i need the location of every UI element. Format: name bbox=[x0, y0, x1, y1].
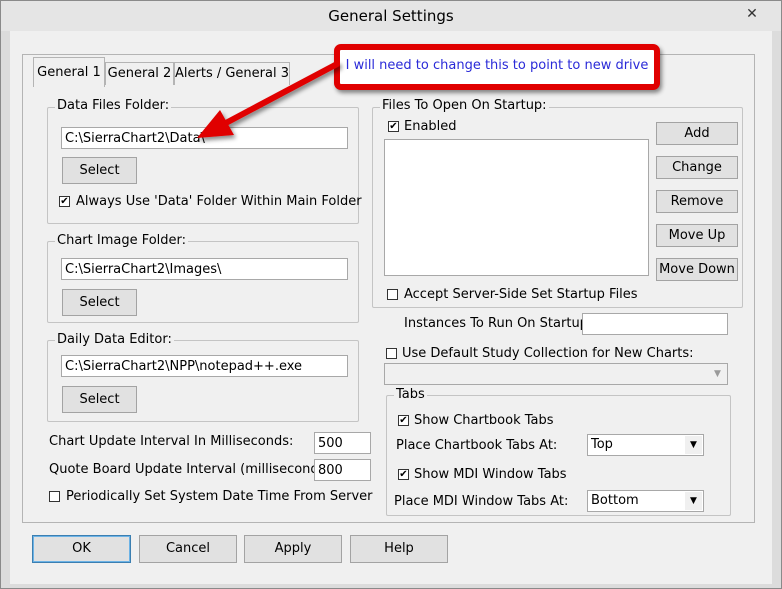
tab-label: General 1 bbox=[37, 65, 101, 80]
tab-general-1[interactable]: General 1 bbox=[33, 57, 105, 87]
annotation-arrow-icon bbox=[197, 61, 340, 138]
